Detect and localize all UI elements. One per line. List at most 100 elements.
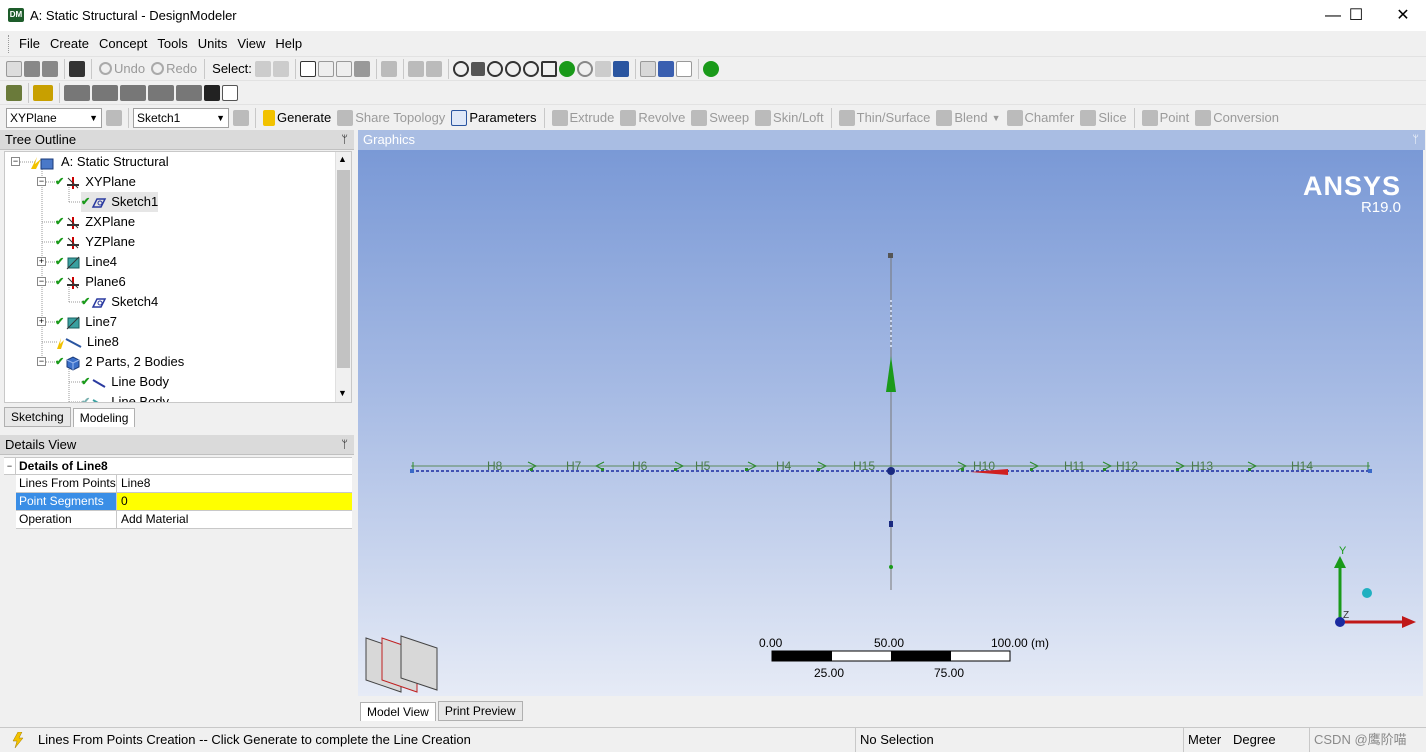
- tree-item-plane6[interactable]: ✔ Plane6: [55, 272, 126, 292]
- shape-icon[interactable]: [222, 84, 238, 101]
- vertical-line-endpoint[interactable]: [888, 253, 893, 258]
- details-row-operation[interactable]: Operation Add Material: [16, 511, 352, 529]
- details-row-value[interactable]: 0: [117, 493, 352, 510]
- menu-concept[interactable]: Concept: [94, 34, 152, 54]
- solid-icon[interactable]: [176, 84, 202, 101]
- collapse-toggle[interactable]: −: [37, 357, 46, 366]
- expand-toggle[interactable]: +: [37, 257, 46, 266]
- tab-sketching[interactable]: Sketching: [4, 407, 71, 427]
- tree-item-line4[interactable]: ✔ Line4: [55, 252, 117, 272]
- edge-joint-icon[interactable]: [64, 84, 90, 101]
- new-icon[interactable]: [6, 60, 22, 77]
- menu-help[interactable]: Help: [270, 34, 307, 54]
- pin-icon[interactable]: ᛘ: [341, 130, 348, 150]
- status-unit-length[interactable]: Meter: [1183, 728, 1229, 752]
- select-body-icon[interactable]: [353, 60, 370, 77]
- tab-modeling[interactable]: Modeling: [72, 408, 136, 427]
- share-topology-button[interactable]: Share Topology: [334, 107, 448, 129]
- details-section-header[interactable]: − Details of Line8: [4, 457, 352, 475]
- details-row-point-segments[interactable]: Point Segments 0: [16, 493, 352, 511]
- vertical-line-point[interactable]: [889, 521, 893, 527]
- details-row-lines-from-points[interactable]: Lines From Points Line8: [16, 475, 352, 493]
- expand-toggle[interactable]: +: [37, 317, 46, 326]
- graphics-viewport[interactable]: ANSYS R19.0 H8 H7 H6 H5 H4 H15 H10 H11 H…: [358, 150, 1423, 696]
- parameters-button[interactable]: Parameters: [448, 107, 539, 129]
- extend-selection-icon[interactable]: [380, 60, 397, 77]
- select-mode-icon[interactable]: [272, 60, 289, 77]
- cross-section-align-icon[interactable]: [148, 84, 174, 101]
- edge-direction-icon[interactable]: [92, 84, 118, 101]
- status-unit-angle[interactable]: Degree: [1229, 728, 1309, 752]
- help-cursor-icon[interactable]: [702, 60, 719, 77]
- pan-icon[interactable]: [470, 61, 485, 76]
- menu-tools[interactable]: Tools: [152, 34, 192, 54]
- tree-item-line-body-1[interactable]: ✔ Line Body: [81, 372, 169, 392]
- zoom-icon[interactable]: [486, 60, 503, 77]
- collapse-toggle[interactable]: −: [11, 157, 20, 166]
- chamfer-button[interactable]: Chamfer: [1004, 107, 1078, 129]
- pin-icon[interactable]: ᛘ: [341, 435, 348, 455]
- scroll-up-icon[interactable]: ▲: [338, 154, 347, 164]
- select-face-icon[interactable]: [335, 60, 352, 77]
- iso-icon[interactable]: [594, 60, 611, 77]
- zoom-green-icon[interactable]: [558, 60, 575, 77]
- pin-icon[interactable]: ᛘ: [1412, 130, 1419, 150]
- tree-item-yzplane[interactable]: ✔ YZPlane: [55, 232, 135, 252]
- select-edge-icon[interactable]: [317, 60, 334, 77]
- redo-button[interactable]: Redo: [148, 58, 200, 80]
- box-zoom-icon[interactable]: [425, 60, 442, 77]
- tree-item-sketch1[interactable]: ✔ Sketch1: [81, 192, 159, 212]
- model-geometry[interactable]: H8 H7 H6 H5 H4 H15 H10 H11 H12 H13 H14 0…: [358, 150, 1423, 696]
- menu-create[interactable]: Create: [45, 34, 94, 54]
- menu-units[interactable]: Units: [193, 34, 233, 54]
- maximize-button[interactable]: ☐: [1333, 0, 1379, 31]
- tree-item-static-structural[interactable]: A: Static Structural: [29, 152, 169, 172]
- tree-item-parts-bodies[interactable]: ✔ 2 Parts, 2 Bodies: [55, 352, 184, 372]
- pin-icon[interactable]: [204, 84, 220, 101]
- zoom-box-icon[interactable]: [504, 60, 521, 77]
- open-icon[interactable]: [24, 60, 40, 77]
- close-button[interactable]: ✕: [1380, 0, 1426, 31]
- menu-view[interactable]: View: [232, 34, 270, 54]
- section-planes-icon[interactable]: [365, 635, 438, 693]
- point-button[interactable]: Point: [1139, 107, 1193, 129]
- new-plane-icon[interactable]: [106, 109, 122, 126]
- menu-file[interactable]: File: [14, 34, 45, 54]
- new-sketch-icon[interactable]: [233, 109, 249, 126]
- details-row-value[interactable]: Add Material: [117, 511, 352, 528]
- tab-model-view[interactable]: Model View: [360, 702, 436, 721]
- blend-button[interactable]: Blend ▼: [933, 107, 1003, 129]
- thin-surface-button[interactable]: Thin/Surface: [836, 107, 934, 129]
- face-style-icon[interactable]: [6, 84, 22, 101]
- tree-item-xyplane[interactable]: ✔ XYPlane: [55, 172, 136, 192]
- slice-button[interactable]: Slice: [1077, 107, 1129, 129]
- tree-item-zxplane[interactable]: ✔ ZXPlane: [55, 212, 135, 232]
- vertical-line-endpoint[interactable]: [889, 565, 893, 569]
- tree-item-sketch4[interactable]: ✔ Sketch4: [81, 292, 158, 312]
- select-point-icon[interactable]: [254, 60, 271, 77]
- tree-item-line8[interactable]: Line8: [55, 332, 119, 352]
- collapse-toggle[interactable]: −: [37, 277, 46, 286]
- scroll-down-icon[interactable]: ▼: [338, 388, 347, 398]
- tree-item-line7[interactable]: ✔ Line7: [55, 312, 117, 332]
- cross-section-icon[interactable]: [120, 84, 146, 101]
- camera-icon[interactable]: [69, 60, 85, 77]
- tree-scrollbar[interactable]: ▲ ▼: [335, 152, 351, 402]
- revolve-button[interactable]: Revolve: [617, 107, 688, 129]
- select-vertex-icon[interactable]: [299, 60, 316, 77]
- display-plane-icon[interactable]: [612, 60, 629, 77]
- origin-point[interactable]: [887, 467, 895, 475]
- undo-button[interactable]: Undo: [96, 58, 148, 80]
- box-select-icon[interactable]: [407, 60, 424, 77]
- rotate-icon[interactable]: [452, 60, 469, 77]
- magnifier-icon[interactable]: [576, 60, 593, 77]
- skin-loft-button[interactable]: Skin/Loft: [752, 107, 827, 129]
- collapse-toggle[interactable]: −: [4, 458, 16, 474]
- zoom-fit-icon[interactable]: [522, 60, 539, 77]
- sweep-button[interactable]: Sweep: [688, 107, 752, 129]
- save-icon[interactable]: [42, 60, 58, 77]
- details-row-value[interactable]: Line8: [117, 475, 352, 492]
- axis-triad[interactable]: Y Z: [1334, 545, 1416, 628]
- sketch-select[interactable]: Sketch1 ▼: [133, 107, 229, 128]
- scrollbar-thumb[interactable]: [337, 170, 350, 368]
